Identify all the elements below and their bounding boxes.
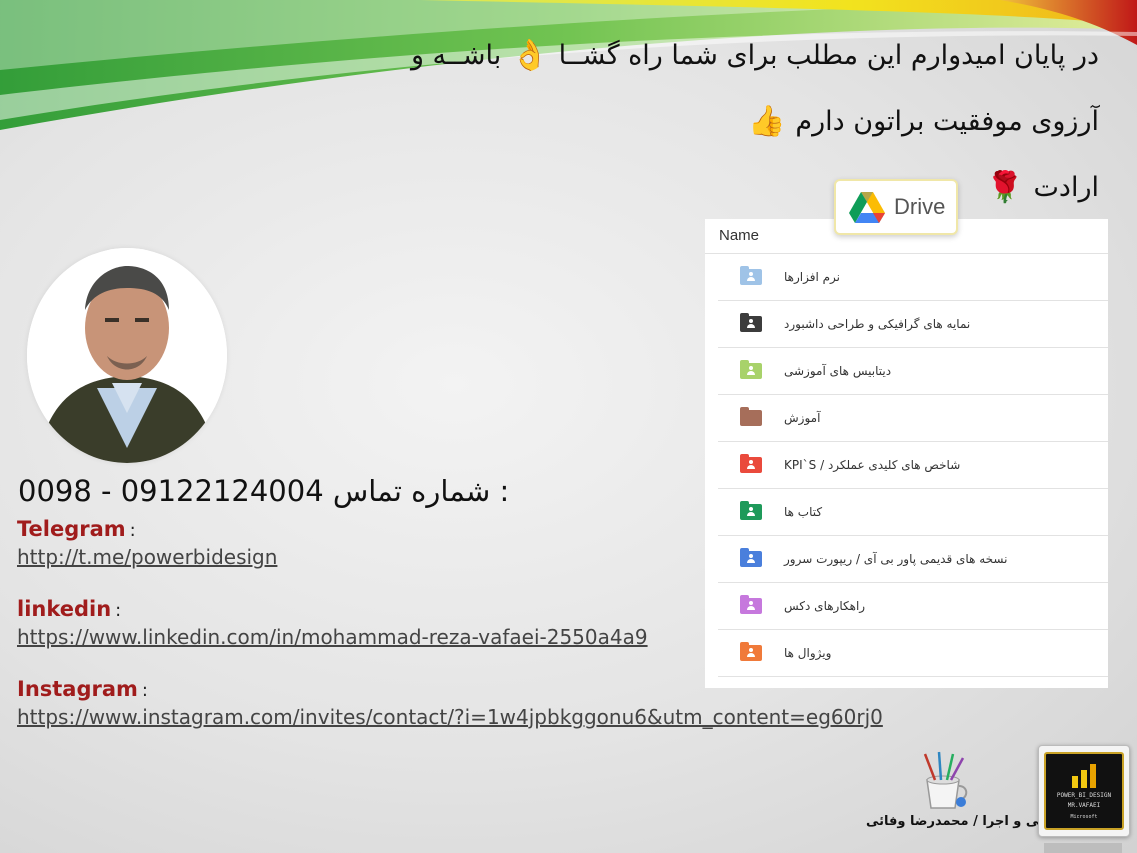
message-line-2-text: آرزوی موفقیت براتون دارم: [795, 106, 1099, 137]
drive-folder-label: نسخه های قدیمی پاور بی آی / ریپورت سرور: [784, 552, 1008, 566]
message-line-1: در پایان امیدوارم این مطلب برای شما راه …: [411, 38, 1099, 73]
drive-folder-label: کتاب ها: [784, 505, 823, 519]
logo-inner: POWER_BI_DESIGN MR.VAFAEI Microsoft: [1044, 752, 1124, 830]
logo-text-brand: POWER_BI_DESIGN: [1056, 792, 1112, 799]
telegram-label-text: Telegram: [17, 517, 126, 541]
instagram-label-text: Instagram: [17, 677, 138, 701]
drive-folder-row[interactable]: ویژوال ها: [718, 630, 1108, 677]
logo-text-microsoft: Microsoft: [1070, 814, 1098, 820]
instagram-label: Instagram:: [17, 677, 148, 701]
drive-folder-label: شاخص های کلیدی عملکرد / KPI`S: [784, 458, 961, 472]
drive-badge[interactable]: Drive: [834, 179, 958, 235]
person-illustration-icon: [27, 248, 227, 463]
shared-folder-icon: [740, 642, 762, 661]
linkedin-label: linkedin:: [17, 597, 121, 621]
drive-rows: نرم افزارها نمایه های گرافیکی و طراحی داش…: [705, 254, 1108, 677]
drive-folder-label: دیتابیس های آموزشی: [784, 364, 892, 378]
telegram-colon: :: [129, 520, 136, 541]
drive-badge-label: Drive: [894, 194, 946, 219]
power-bi-design-logo: POWER_BI_DESIGN MR.VAFAEI Microsoft: [1038, 745, 1130, 837]
shared-folder-icon: [740, 501, 762, 520]
drive-folder-list: Name نرم افزارها نمایه های گرافیکی و طراح…: [705, 219, 1108, 688]
logo-text-name: MR.VAFAEI: [1067, 802, 1101, 809]
drive-folder-label: نرم افزارها: [784, 270, 841, 284]
phone-number: 0098 - 09122124004: [18, 474, 324, 508]
drive-folder-row[interactable]: نرم افزارها: [718, 254, 1108, 301]
telegram-link[interactable]: http://t.me/powerbidesign: [17, 545, 277, 569]
message-line-3-text: ارادت: [1033, 172, 1099, 203]
google-drive-icon: [849, 192, 885, 223]
drive-folder-row[interactable]: دیتابیس های آموزشی: [718, 348, 1108, 395]
power-bi-icon: [1072, 764, 1096, 788]
drive-folder-label: ویژوال ها: [784, 646, 832, 660]
linkedin-label-text: linkedin: [17, 597, 112, 621]
paint-brushes-icon: [923, 751, 968, 809]
shared-folder-icon: [740, 266, 762, 285]
linkedin-colon: :: [115, 600, 122, 621]
rose-icon: 🌹: [986, 170, 1024, 205]
phone-contact: 0098 - 09122124004 شماره تماس :: [18, 474, 509, 508]
drive-folder-row[interactable]: آموزش: [718, 395, 1108, 442]
ok-hand-icon: 👌: [511, 38, 549, 73]
drive-folder-row[interactable]: نسخه های قدیمی پاور بی آی / ریپورت سرور: [718, 536, 1108, 583]
thumbs-up-icon: 👍: [748, 104, 786, 139]
profile-photo: [27, 248, 227, 463]
shared-folder-icon: [740, 313, 762, 332]
instagram-colon: :: [141, 680, 148, 701]
shared-folder-icon: [740, 454, 762, 473]
bottom-strip: [1044, 843, 1122, 853]
folder-icon: [740, 407, 762, 426]
telegram-label: Telegram:: [17, 517, 136, 541]
phone-label: شماره تماس :: [332, 474, 510, 508]
drive-folder-row[interactable]: راهکارهای دکس: [718, 583, 1108, 630]
drive-folder-label: آموزش: [784, 411, 821, 425]
linkedin-link[interactable]: https://www.linkedin.com/in/mohammad-rez…: [17, 625, 648, 649]
drive-folder-row[interactable]: کتاب ها: [718, 489, 1108, 536]
drive-folder-label: نمایه های گرافیکی و طراحی داشبورد: [784, 317, 971, 331]
message-line-2: آرزوی موفقیت براتون دارم 👍: [748, 104, 1099, 139]
drive-folder-label: راهکارهای دکس: [784, 599, 866, 613]
shared-folder-icon: [740, 360, 762, 379]
instagram-link[interactable]: https://www.instagram.com/invites/contac…: [17, 705, 883, 729]
message-line-1-end: باشــه و: [410, 40, 502, 71]
shared-folder-icon: [740, 595, 762, 614]
drive-folder-row[interactable]: شاخص های کلیدی عملکرد / KPI`S: [718, 442, 1108, 489]
drive-folder-row[interactable]: نمایه های گرافیکی و طراحی داشبورد: [718, 301, 1108, 348]
message-line-3: ارادت 🌹: [986, 170, 1099, 205]
message-line-1-text: در پایان امیدوارم این مطلب برای شما راه …: [558, 40, 1099, 71]
shared-folder-icon: [740, 548, 762, 567]
